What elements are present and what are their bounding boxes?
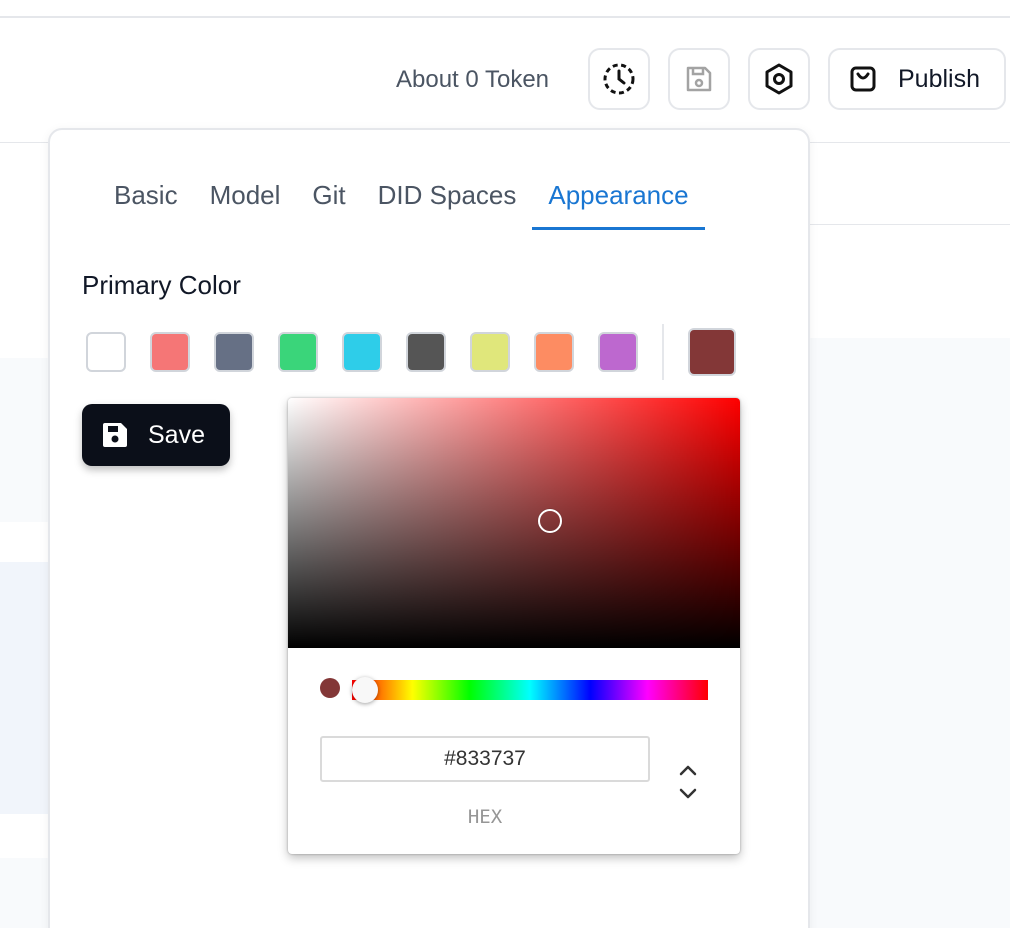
primary-color-title: Primary Color: [82, 270, 241, 300]
color-preview: [320, 678, 340, 698]
color-swatch[interactable]: [214, 332, 254, 372]
color-swatch[interactable]: [598, 332, 638, 372]
save-button[interactable]: Save: [82, 404, 230, 466]
custom-color-swatch[interactable]: [688, 328, 736, 376]
background-panel: [0, 358, 48, 522]
color-swatch[interactable]: [278, 332, 318, 372]
bag-icon: [850, 66, 876, 92]
color-swatch[interactable]: [534, 332, 574, 372]
settings-tabs: Basic Model Git DID Spaces Appearance: [98, 168, 705, 230]
hex-label: HEX: [467, 806, 503, 828]
color-picker: #833737 HEX: [288, 398, 740, 854]
hexagon-settings-icon: [765, 63, 793, 95]
publish-label: Publish: [898, 64, 980, 93]
hex-input[interactable]: #833737: [320, 736, 650, 782]
settings-button[interactable]: [748, 48, 810, 110]
tab-basic[interactable]: Basic: [98, 168, 194, 230]
color-swatch[interactable]: [150, 332, 190, 372]
format-toggle[interactable]: [674, 762, 702, 802]
tab-git[interactable]: Git: [296, 168, 361, 230]
tab-did-spaces[interactable]: DID Spaces: [362, 168, 533, 230]
hue-slider-thumb[interactable]: [352, 677, 378, 703]
token-count: About 0 Token: [396, 66, 550, 93]
color-swatches: [86, 324, 736, 380]
tab-model[interactable]: Model: [194, 168, 297, 230]
saturation-cursor[interactable]: [538, 509, 562, 533]
floppy-disk-icon: [103, 423, 127, 447]
top-divider: [0, 16, 1010, 18]
publish-button[interactable]: Publish: [828, 48, 1006, 110]
floppy-disk-icon: [686, 66, 712, 92]
background-panel: [808, 338, 1010, 928]
background-panel: [0, 562, 48, 814]
color-swatch[interactable]: [470, 332, 510, 372]
save-draft-button[interactable]: [668, 48, 730, 110]
save-label: Save: [148, 420, 205, 449]
tab-appearance[interactable]: Appearance: [532, 168, 705, 230]
color-swatch[interactable]: [342, 332, 382, 372]
saturation-area[interactable]: [288, 398, 740, 648]
history-icon: [603, 63, 635, 95]
color-swatch[interactable]: [86, 332, 126, 372]
swatch-divider: [662, 324, 664, 380]
chevron-up-down-icon: [679, 765, 697, 799]
content-divider: [808, 224, 1010, 225]
hue-slider[interactable]: [352, 680, 708, 700]
color-swatch[interactable]: [406, 332, 446, 372]
background-panel: [0, 858, 48, 928]
history-button[interactable]: [588, 48, 650, 110]
